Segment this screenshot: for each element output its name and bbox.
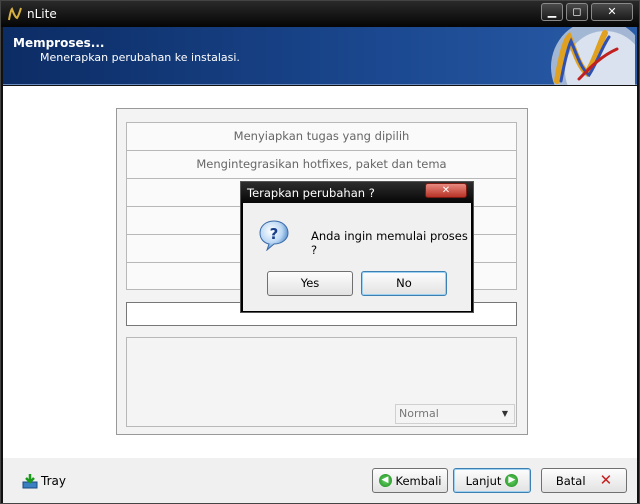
dialog-close-button[interactable]: ✕	[425, 183, 467, 198]
log-box: Normal ▼	[126, 337, 517, 427]
wizard-header: Memproses... Menerapkan perubahan ke ins…	[3, 27, 637, 85]
nlite-logo-icon	[551, 27, 635, 85]
priority-select[interactable]: Normal ▼	[395, 404, 515, 424]
dialog-title: Terapkan perubahan ?	[247, 186, 375, 200]
nlite-window: nLite ▁ ◻ ✕ Memproses... Menerapkan peru…	[0, 0, 640, 504]
yes-button[interactable]: Yes	[267, 271, 353, 296]
priority-value: Normal	[399, 407, 439, 420]
bottom-bar: Tray ◀ Kembali Lanjut ▶ Batal ✕	[3, 458, 637, 503]
page-title: Memproses...	[13, 36, 105, 50]
back-arrow-icon: ◀	[378, 474, 392, 487]
tray-label: Tray	[41, 474, 66, 488]
window-title: nLite	[27, 7, 57, 21]
next-label: Lanjut	[465, 473, 502, 488]
dialog-body: ? Anda ingin memulai proses ? Yes No	[243, 203, 471, 311]
back-button[interactable]: ◀ Kembali	[372, 468, 448, 493]
minimize-button[interactable]: ▁	[541, 3, 563, 21]
maximize-button[interactable]: ◻	[566, 3, 588, 21]
no-button[interactable]: No	[361, 271, 447, 296]
title-bar[interactable]: nLite ▁ ◻ ✕	[1, 1, 639, 27]
nlite-app-icon	[8, 7, 22, 21]
task-row: Mengintegrasikan hotfixes, paket dan tem…	[126, 150, 517, 178]
svg-text:?: ?	[270, 225, 279, 243]
back-label: Kembali	[395, 473, 442, 488]
dialog-message: Anda ingin memulai proses ?	[311, 229, 468, 257]
tray-button[interactable]: Tray	[22, 470, 66, 492]
task-row: Menyiapkan tugas yang dipilih	[126, 122, 517, 150]
next-arrow-icon: ▶	[505, 474, 519, 487]
confirm-dialog: Terapkan perubahan ? ✕ ? Anda ingin memu…	[240, 181, 474, 313]
close-button[interactable]: ✕	[591, 3, 633, 21]
dialog-title-bar[interactable]: Terapkan perubahan ? ✕	[241, 182, 473, 203]
nlite-logo	[539, 27, 635, 85]
next-button[interactable]: Lanjut ▶	[453, 468, 531, 493]
dropdown-arrow-icon: ▼	[501, 409, 509, 418]
cancel-button[interactable]: Batal ✕	[541, 468, 627, 493]
tray-icon	[22, 474, 38, 489]
cancel-label: Batal	[555, 473, 586, 488]
page-subtitle: Menerapkan perubahan ke instalasi.	[40, 51, 240, 64]
cancel-x-icon: ✕	[599, 471, 613, 489]
question-icon: ?	[259, 220, 289, 251]
